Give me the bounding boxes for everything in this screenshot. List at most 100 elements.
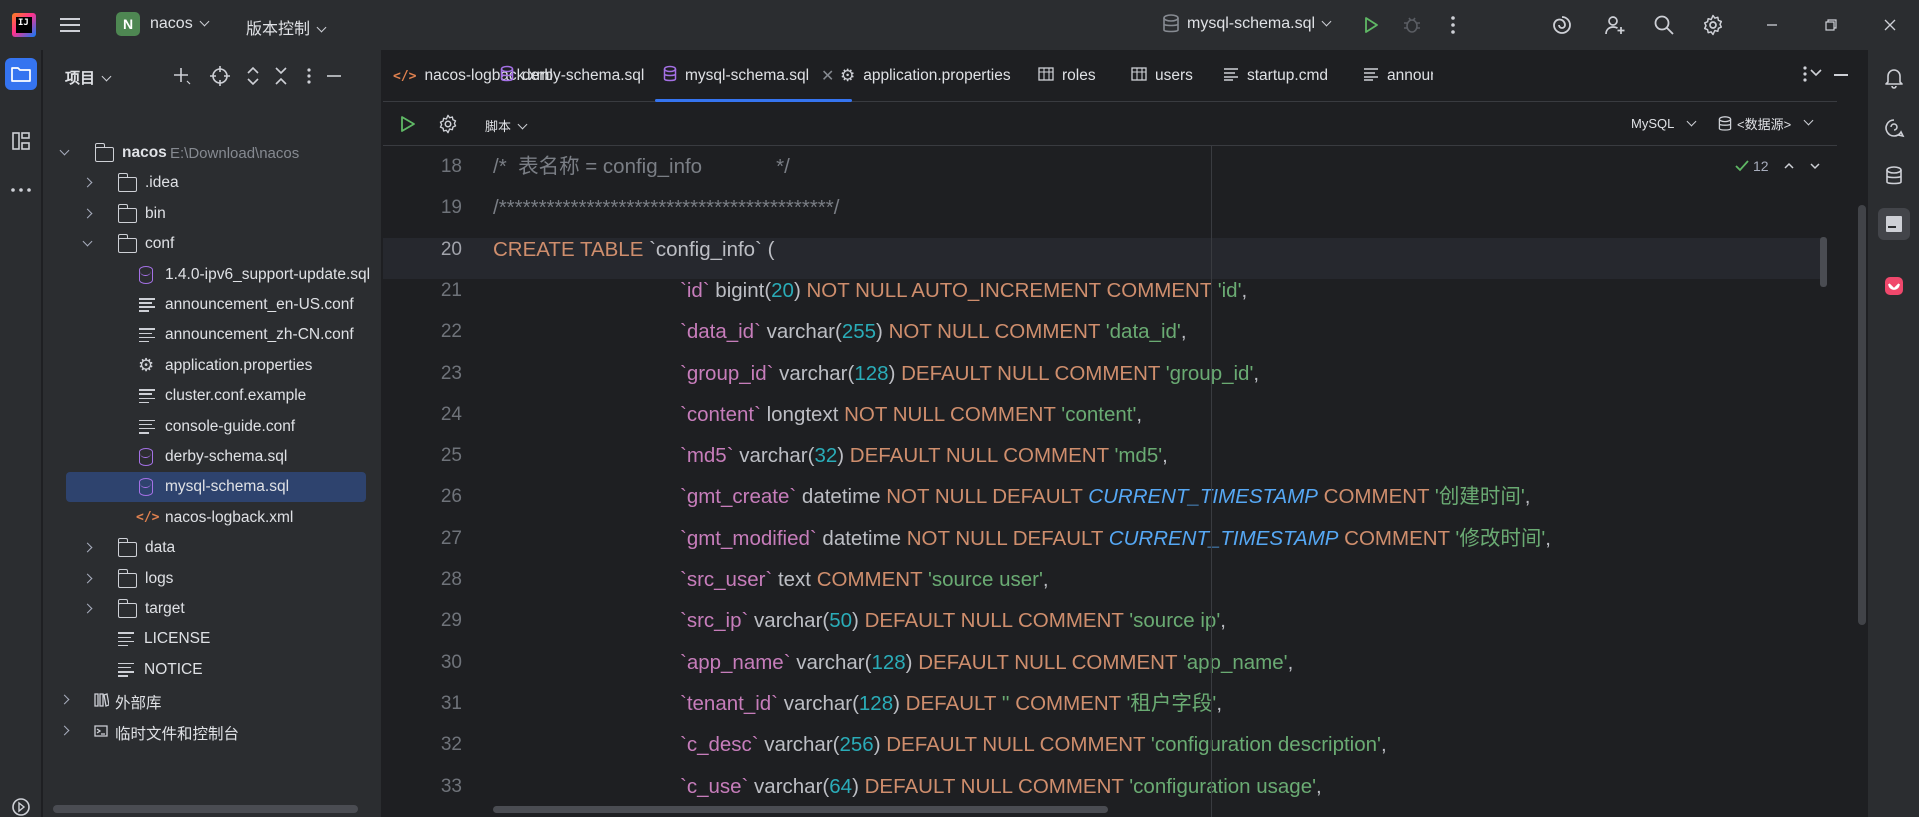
tree-item-mysql-schema-sql[interactable]: mysql-schema.sql bbox=[43, 472, 382, 503]
code-line[interactable]: `src_user` text COMMENT 'source user', bbox=[680, 559, 1049, 600]
tree-item-notice[interactable]: NOTICE bbox=[43, 655, 382, 685]
locate-file-button[interactable] bbox=[210, 66, 230, 86]
new-file-button[interactable] bbox=[172, 66, 192, 86]
execute-button[interactable] bbox=[398, 114, 418, 139]
tree-item-console-guide-conf[interactable]: console-guide.conf bbox=[43, 412, 382, 442]
panel-options-button[interactable] bbox=[299, 66, 319, 86]
tree-item-bin[interactable]: bin bbox=[43, 199, 382, 229]
code-line[interactable]: `gmt_create` datetime NOT NULL DEFAULT C… bbox=[680, 476, 1530, 517]
tab-roles[interactable]: roles bbox=[1038, 50, 1096, 102]
tree-item-announcement-en-us-conf[interactable]: announcement_en-US.conf bbox=[43, 290, 382, 320]
tree-item-announcement-zh-cn-conf[interactable]: announcement_zh-CN.conf bbox=[43, 320, 382, 350]
code-line[interactable]: `tenant_id` varchar(128) DEFAULT '' COMM… bbox=[680, 683, 1222, 724]
project-tree-scrollbar[interactable] bbox=[53, 805, 358, 813]
vcs-menu[interactable]: 版本控制 bbox=[246, 15, 327, 39]
chevron-right-icon[interactable] bbox=[82, 603, 93, 614]
chevron-right-icon[interactable] bbox=[82, 177, 93, 188]
collapse-all-button[interactable] bbox=[271, 66, 291, 86]
chevron-right-icon[interactable] bbox=[82, 208, 93, 219]
tab-announ[interactable]: announ bbox=[1363, 50, 1433, 102]
project-tool-button[interactable] bbox=[5, 58, 37, 90]
tree-item-1-4-0-ipv6-support-update-sql[interactable]: 1.4.0-ipv6_support-update.sql bbox=[43, 260, 382, 290]
debug-button[interactable] bbox=[1392, 0, 1432, 50]
structure-tool-button[interactable] bbox=[5, 125, 37, 157]
intellij-logo-icon[interactable]: IJ bbox=[12, 13, 36, 37]
code-line[interactable]: `md5` varchar(32) DEFAULT NULL COMMENT '… bbox=[680, 435, 1168, 476]
code-line[interactable]: CREATE TABLE `config_info` ( bbox=[493, 229, 774, 270]
editor-horizontal-scrollbar[interactable] bbox=[493, 806, 1108, 813]
tree-item-target[interactable]: target bbox=[43, 594, 382, 624]
code-line[interactable]: `data_id` varchar(255) NOT NULL COMMENT … bbox=[680, 311, 1187, 352]
tree-item-[interactable]: 临时文件和控制台 bbox=[43, 716, 382, 746]
code-line[interactable]: `c_desc` varchar(256) DEFAULT NULL COMME… bbox=[680, 724, 1387, 765]
run-button[interactable] bbox=[1351, 0, 1391, 50]
chevron-right-icon[interactable] bbox=[82, 573, 93, 584]
execution-settings-button[interactable] bbox=[438, 114, 458, 139]
main-menu-icon[interactable] bbox=[60, 13, 84, 37]
add-user-button[interactable] bbox=[1595, 0, 1635, 50]
expand-all-button[interactable] bbox=[243, 66, 263, 86]
project-switcher[interactable]: nacos bbox=[150, 15, 210, 33]
inspection-widget[interactable]: 12 bbox=[1735, 158, 1821, 174]
minimize-button[interactable] bbox=[1752, 0, 1792, 50]
chevron-down-icon[interactable] bbox=[59, 145, 70, 156]
script-mode-selector[interactable]: 脚本 bbox=[485, 116, 528, 135]
tree-item-nacos-logback-xml[interactable]: </> nacos-logback.xml bbox=[43, 503, 382, 533]
code-line[interactable]: /* 表名称 = config_info */ bbox=[493, 146, 790, 187]
code-line[interactable]: `content` longtext NOT NULL COMMENT 'con… bbox=[680, 394, 1142, 435]
code-line[interactable]: `c_use` varchar(64) DEFAULT NULL COMMENT… bbox=[680, 766, 1322, 807]
database-tool-button[interactable] bbox=[1878, 160, 1910, 192]
notifications-button[interactable] bbox=[1878, 62, 1910, 94]
run-config-selector[interactable]: mysql-schema.sql bbox=[1161, 13, 1332, 35]
code-line[interactable]: `gmt_modified` datetime NOT NULL DEFAULT… bbox=[680, 518, 1551, 559]
tab-users[interactable]: users bbox=[1131, 50, 1193, 102]
restore-button[interactable] bbox=[1811, 0, 1851, 50]
services-tool-button[interactable] bbox=[5, 791, 37, 817]
chevron-right-icon[interactable] bbox=[59, 694, 70, 705]
chevron-up-icon[interactable] bbox=[1783, 160, 1795, 172]
project-badge[interactable]: N bbox=[116, 12, 140, 36]
sql-dialect-selector[interactable]: MySQL bbox=[1631, 116, 1697, 131]
chevron-down-icon[interactable] bbox=[82, 236, 93, 247]
tab-mysql-schema-sql[interactable]: mysql-schema.sql ✕ bbox=[654, 50, 853, 102]
editor-vertical-scrollbar[interactable] bbox=[1858, 205, 1866, 625]
minimize-editor-icon[interactable] bbox=[1834, 74, 1848, 76]
more-actions-button[interactable] bbox=[1433, 0, 1473, 50]
tab-application-properties[interactable]: ⚙ application.properties bbox=[840, 50, 1011, 102]
tree-item-license[interactable]: LICENSE bbox=[43, 624, 382, 654]
tab-list-dropdown[interactable] bbox=[1809, 66, 1823, 85]
tree-item-cluster-conf-example[interactable]: cluster.conf.example bbox=[43, 381, 382, 411]
terminal-tool-button[interactable] bbox=[1878, 208, 1910, 240]
code-line[interactable]: `app_name` varchar(128) DEFAULT NULL COM… bbox=[680, 642, 1293, 683]
tree-item-[interactable]: 外部库 bbox=[43, 685, 382, 715]
code-line[interactable]: `src_ip` varchar(50) DEFAULT NULL COMMEN… bbox=[680, 600, 1226, 641]
code-line[interactable]: `id` bigint(20) NOT NULL AUTO_INCREMENT … bbox=[680, 270, 1247, 311]
tab-startup-cmd[interactable]: startup.cmd bbox=[1223, 50, 1328, 102]
tree-item-application-properties[interactable]: ⚙ application.properties bbox=[43, 351, 382, 381]
code-line[interactable]: `group_id` varchar(128) DEFAULT NULL COM… bbox=[680, 353, 1259, 394]
code-line[interactable]: /***************************************… bbox=[493, 187, 839, 228]
plugin-tool-button[interactable] bbox=[1878, 270, 1910, 302]
project-view-selector[interactable]: 项目 bbox=[65, 67, 112, 88]
tree-item-data[interactable]: data bbox=[43, 533, 382, 563]
close-icon[interactable]: ✕ bbox=[821, 66, 834, 86]
settings-button[interactable] bbox=[1693, 0, 1733, 50]
datasource-selector[interactable]: <数据源> bbox=[1717, 114, 1814, 133]
hide-panel-button[interactable] bbox=[324, 66, 344, 86]
search-button[interactable] bbox=[1644, 0, 1684, 50]
code-editor[interactable]: 18 19 20 21 22 23 24 25 26 27 28 29 30 31 32 33 /* 表名称 … bbox=[383, 146, 1837, 817]
tree-item-logs[interactable]: logs bbox=[43, 564, 382, 594]
tab-options-button[interactable] bbox=[1802, 64, 1808, 89]
tree-item-derby-schema-sql[interactable]: derby-schema.sql bbox=[43, 442, 382, 472]
tree-item-idea[interactable]: .idea bbox=[43, 168, 382, 198]
ai-assistant-button[interactable] bbox=[1542, 0, 1582, 50]
tab-derby-schema-sql[interactable]: derby-schema.sql bbox=[500, 50, 644, 102]
ai-chat-button[interactable] bbox=[1878, 112, 1910, 144]
more-tools-button[interactable] bbox=[5, 174, 37, 206]
tree-item-nacos[interactable]: nacos E:\Download\nacos bbox=[43, 138, 382, 168]
chevron-right-icon[interactable] bbox=[82, 542, 93, 553]
chevron-down-icon[interactable] bbox=[1809, 160, 1821, 172]
close-window-button[interactable] bbox=[1870, 0, 1910, 50]
chevron-right-icon[interactable] bbox=[59, 725, 70, 736]
tree-item-conf[interactable]: conf bbox=[43, 229, 382, 259]
